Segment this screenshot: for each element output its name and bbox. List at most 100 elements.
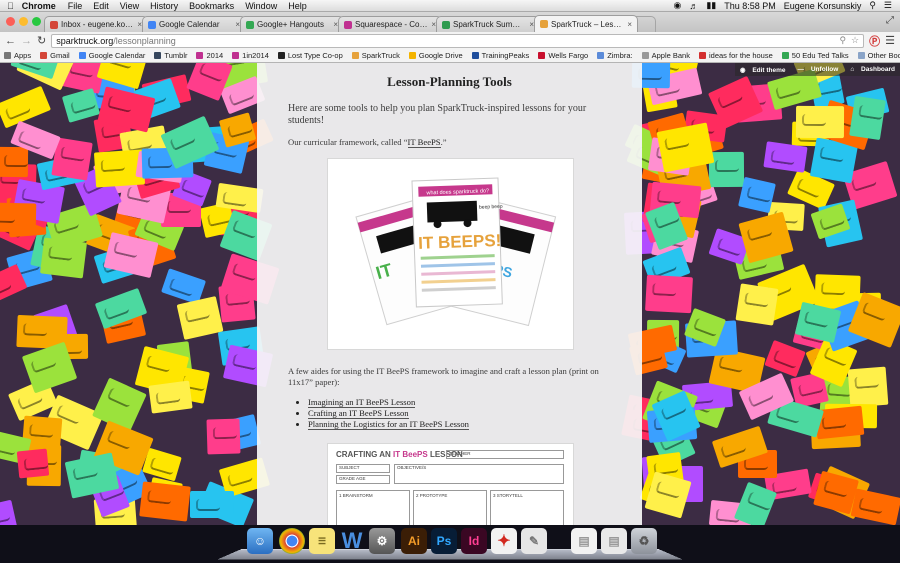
bookmark-item[interactable]: SparkTruck [351,51,400,60]
wifi-icon[interactable]: ◉ [673,0,681,11]
stickies-icon[interactable]: ☰ [309,528,335,554]
bookmark-item[interactable]: Apps [4,51,31,60]
bookmark-label: TrainingPeaks [481,51,530,60]
it-beeps-poster-image[interactable]: IT BEEPS what does sparktruck do? beep b… [327,158,574,350]
documents-stack-icon[interactable]: ▤ [571,528,597,554]
menu-app-name[interactable]: Chrome [22,1,56,11]
bookmark-label: Tumblr [164,51,188,60]
menubar-clock[interactable]: Thu 8:58 PM [724,1,776,11]
close-window-icon[interactable] [6,17,15,26]
trash-icon[interactable]: ♻ [631,528,657,554]
bookmark-item[interactable]: 1in2014 [232,51,269,60]
chrome-menu-icon[interactable]: ☰ [885,34,895,47]
bookmark-star-icon[interactable]: ☆ [851,35,859,46]
dashboard-button[interactable]: ⌂ Dashboard [845,66,895,73]
sticky-note [848,366,890,408]
preview-icon[interactable]: ✎ [521,528,547,554]
crafting-lesson-link[interactable]: Crafting an IT BeePS Lesson [308,408,409,419]
main-content: Lesson-Planning Tools Here are some tool… [257,63,642,525]
tab-sparktruck-summer[interactable]: SparkTruck Summer Progr× [436,16,540,32]
image-capture-icon[interactable]: ⚙ [369,528,395,554]
word-icon[interactable]: W [339,528,365,554]
other-bookmarks-folder[interactable]: Other Bookmarks [857,51,900,60]
it-beeps-link[interactable]: IT BeePS [407,137,441,148]
worksheet-title: CRAFTING AN IT BeePS LESSON [336,450,463,459]
bookmark-item[interactable]: Google Calendar [78,51,145,60]
tab-title: Inbox - eugene.korsunskiy [61,20,134,29]
tab-hangouts[interactable]: Google+ Hangouts × [240,16,344,32]
bookmark-item[interactable]: Tumblr [154,51,187,60]
menu-window[interactable]: Window [245,1,277,11]
minimize-window-icon[interactable] [19,17,28,26]
sticky-note [17,448,50,479]
menu-edit[interactable]: Edit [93,1,109,11]
list-item: Imagining an IT BeePS Lesson [308,397,469,408]
unfollow-button[interactable]: — Unfollow [793,66,839,73]
planning-logistics-link[interactable]: Planning the Logistics for an IT BeePS L… [308,419,469,430]
worksheet-prototype-box: 2 PROTOTYPE [413,490,487,525]
zoom-window-icon[interactable] [32,17,41,26]
menu-view[interactable]: View [120,1,139,11]
volume-icon[interactable]: ♬ [689,1,698,11]
chrome-icon[interactable] [279,528,305,554]
spotlight-icon[interactable]: ⚲ [869,0,876,11]
menu-file[interactable]: File [68,1,83,11]
worksheet-step-label: PROTOTYPE [419,493,448,498]
bookmark-label: 50 Edu Ted Talks [791,51,849,60]
bookmark-label: 2014 [206,51,224,60]
sticky-note [735,283,779,326]
bookmark-item[interactable]: TrainingPeaks [471,51,530,60]
menu-history[interactable]: History [150,1,178,11]
illustrator-icon[interactable]: Ai [401,528,427,554]
bookmark-item[interactable]: Lost Type Co-op [277,51,343,60]
bookmarks-bar: Apps Gmail Google Calendar Tumblr 2014 1in201… [0,49,900,63]
bookmark-favicon-icon [277,52,285,59]
bookmark-item[interactable]: Zimbra: [597,51,633,60]
bookmark-item[interactable]: Apple Bank [641,51,690,60]
bookmark-item[interactable]: ideas for the house [698,51,773,60]
tab-sparktruck-lesson[interactable]: SparkTruck – Lesson-Plann× [534,15,638,32]
bookmark-item[interactable]: 2014 [196,51,223,60]
tab-squarespace[interactable]: Squarespace - Configuratio× [338,16,442,32]
downloads-stack-icon[interactable]: ▤ [601,528,627,554]
search-icon[interactable]: ⚲ [839,35,846,46]
edit-theme-button[interactable]: ◉ Edit theme [735,66,786,74]
bookmark-favicon-icon [538,52,546,59]
sticky-note [795,105,844,138]
battery-icon[interactable]: ▮▮ [706,0,716,11]
framework-suffix: .” [440,137,447,147]
fullscreen-icon[interactable]: ⤢ [886,15,894,26]
bookmark-item[interactable]: Google Drive [408,51,463,60]
indesign-icon[interactable]: Id [461,528,487,554]
unfollow-label: Unfollow [810,66,839,73]
photoshop-icon[interactable]: Ps [431,528,457,554]
close-tab-icon[interactable]: × [627,20,632,29]
menu-list-icon[interactable]: ☰ [884,0,892,11]
acrobat-icon[interactable]: ✦ [491,528,517,554]
list-item: Crafting an IT BeePS Lesson [308,408,469,419]
apple-menu-icon[interactable]:  [7,1,14,11]
bookmark-item[interactable]: Gmail [40,51,70,60]
sticky-note [206,418,241,455]
imagining-lesson-link[interactable]: Imagining an IT BeePS Lesson [308,397,416,408]
reload-button-icon[interactable]: ↻ [37,34,46,47]
sticky-note [0,202,37,233]
back-button-icon[interactable]: ← [5,35,16,47]
bookmark-favicon-icon [641,52,649,59]
bookmark-item[interactable]: Wells Fargo [538,51,588,60]
menu-help[interactable]: Help [288,1,307,11]
finder-icon[interactable]: ☺ [247,528,273,554]
menubar-user[interactable]: Eugene Korsunskiy [784,1,862,11]
browser-toolbar: ← → ↻ sparktruck.org/lessonplanning ⚲ ☆ Ⓟ… [0,32,900,49]
pinterest-extension-icon[interactable]: Ⓟ [869,33,880,49]
tab-google-calendar[interactable]: Google Calendar × [142,16,246,32]
url-host: sparktruck.org [56,35,114,46]
menu-bookmarks[interactable]: Bookmarks [189,1,234,11]
tab-gmail[interactable]: Inbox - eugene.korsunskiy× [44,16,148,32]
sticky-note [763,141,808,173]
address-bar[interactable]: sparktruck.org/lessonplanning ⚲ ☆ [51,33,865,48]
bookmark-item[interactable]: 50 Edu Ted Talks [781,51,849,60]
forward-button-icon[interactable]: → [21,35,32,47]
worksheet-title-b: IT BeePS [393,450,428,459]
crafting-worksheet-image[interactable]: CRAFTING AN IT BeePS LESSON TEACHER SUBJ… [327,443,574,525]
